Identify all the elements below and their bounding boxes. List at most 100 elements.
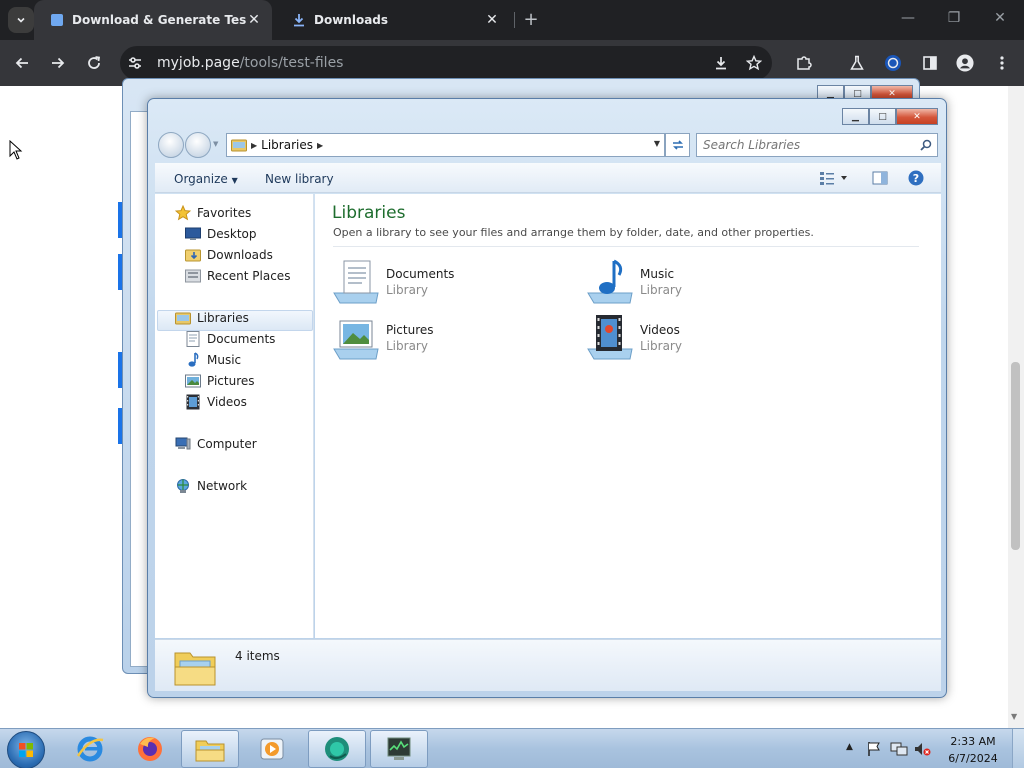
scroll-down-arrow-icon[interactable]: ▼ [1011,712,1017,721]
reload-icon [88,56,101,69]
forward-button[interactable] [185,132,211,158]
nav-item-videos[interactable]: Videos [185,392,247,412]
system-clock[interactable]: 2:33 AM 6/7/2024 [947,733,999,767]
taskbar-media-player[interactable] [243,730,301,768]
nav-label: Network [197,479,248,493]
library-item-documents[interactable]: Documents Library [332,257,572,305]
search-icon[interactable] [920,139,932,154]
url-path: /tools/test-files [239,55,344,71]
breadcrumb-separator-icon[interactable]: ▶ [317,141,323,150]
maximize-button[interactable]: □ [869,108,896,125]
nav-item-libraries[interactable]: Libraries [175,308,249,328]
search-box[interactable] [696,133,938,157]
nav-item-music[interactable]: Music [185,350,241,370]
navigation-pane: Favorites Desktop Downloads Recent Place… [155,194,314,638]
library-name: Pictures [386,323,434,337]
library-item-pictures[interactable]: Pictures Library [332,313,572,361]
change-view-button[interactable] [819,170,851,189]
details-pane: 4 items [155,639,941,691]
tab-close-button[interactable]: ✕ [484,12,500,28]
downloads-folder-icon [185,247,201,263]
tab-downloads[interactable]: Downloads ✕ [276,0,510,40]
url-host: myjob.page [157,55,240,71]
help-button[interactable]: ? [908,170,924,189]
start-button[interactable] [7,731,45,768]
minimize-button[interactable]: ▁ [842,108,869,125]
tab-close-button[interactable]: ✕ [246,12,262,28]
extensions-button[interactable] [795,54,813,72]
search-input[interactable] [703,135,913,155]
item-count: 4 items [235,649,280,663]
url-text: myjob.page/tools/test-files [157,55,343,71]
clock-date: 6/7/2024 [948,752,998,765]
profile-button[interactable] [956,54,974,72]
nav-item-desktop[interactable]: Desktop [185,224,257,244]
nav-item-pictures[interactable]: Pictures [185,371,255,391]
browser-icon [325,737,349,761]
taskbar-browser[interactable] [308,730,366,768]
tab-search-button[interactable] [8,7,34,33]
help-icon: ? [908,170,924,186]
star-icon [746,55,762,71]
desktop-icon [185,226,201,242]
globe-icon [885,55,901,71]
library-item-music[interactable]: Music Library [586,257,826,305]
breadcrumb-separator-icon[interactable]: ▶ [251,141,257,150]
bookmark-star-button[interactable] [745,54,763,72]
explorer-window[interactable]: ▁ □ ✕ ▼ ▶ Libraries ▶ ▼ Organize ▼ [147,98,947,698]
library-name: Documents [386,267,455,281]
back-button[interactable] [158,132,184,158]
show-desktop-button[interactable] [1012,729,1024,768]
window-close-button[interactable]: ✕ [990,10,1010,26]
libraries-icon [175,310,191,326]
tab-download-generate-test-files[interactable]: Download & Generate Test Files ✕ [34,0,272,40]
forward-button[interactable] [49,54,67,72]
puzzle-icon [797,56,812,70]
taskbar-internet-explorer[interactable] [61,730,119,768]
back-button[interactable] [13,54,31,72]
library-kind: Library [640,339,682,353]
extension-button[interactable] [884,54,902,72]
desktop: Download & Generate Test Files ✕ Downloa… [0,0,1024,768]
library-name: Music [640,267,675,281]
page-scrollbar-thumb[interactable] [1011,362,1020,550]
nav-item-documents[interactable]: Documents [185,329,275,349]
nav-label: Favorites [197,206,252,220]
tab-title: Download & Generate Test Files [72,13,246,27]
window-restore-button[interactable]: ❐ [944,10,964,26]
show-hidden-icons-button[interactable]: ▲ [846,742,853,752]
recent-pages-chevron-icon[interactable]: ▼ [213,140,218,148]
site-info-button[interactable] [126,54,144,72]
volume-muted-icon[interactable] [914,741,932,760]
taskbar-windows-explorer[interactable] [181,730,239,768]
browser-tab-strip: Download & Generate Test Files ✕ Downloa… [0,0,1024,40]
labs-button[interactable] [848,54,866,72]
taskbar-task-manager[interactable] [370,730,428,768]
address-bar[interactable]: ▶ Libraries ▶ ▼ [226,133,665,157]
reload-button[interactable] [85,54,103,72]
side-panel-button[interactable] [921,54,939,72]
browser-menu-button[interactable] [993,54,1011,72]
network-tray-icon[interactable] [890,741,908,760]
refresh-button[interactable] [665,133,690,157]
documents-icon [185,331,201,347]
nav-item-favorites[interactable]: Favorites [175,203,251,223]
new-tab-button[interactable]: + [520,9,542,30]
close-button[interactable]: ✕ [896,108,938,125]
taskbar-firefox[interactable] [121,730,179,768]
window-minimize-button[interactable]: — [898,10,918,26]
address-dropdown-icon[interactable]: ▼ [654,139,660,148]
pictures-icon [185,373,201,389]
library-item-videos[interactable]: Videos Library [586,313,826,361]
organize-menu-button[interactable]: Organize ▼ [174,172,238,186]
nav-label: Desktop [207,227,257,241]
nav-item-downloads[interactable]: Downloads [185,245,273,265]
new-library-button[interactable]: New library [265,172,334,186]
breadcrumb-libraries[interactable]: Libraries [261,138,313,152]
nav-item-recent-places[interactable]: Recent Places [185,266,290,286]
downloads-button[interactable] [712,54,730,72]
nav-item-network[interactable]: Network [175,476,247,496]
action-center-flag-icon[interactable] [866,741,882,760]
nav-item-computer[interactable]: Computer [175,434,257,454]
preview-pane-button[interactable] [872,170,888,189]
